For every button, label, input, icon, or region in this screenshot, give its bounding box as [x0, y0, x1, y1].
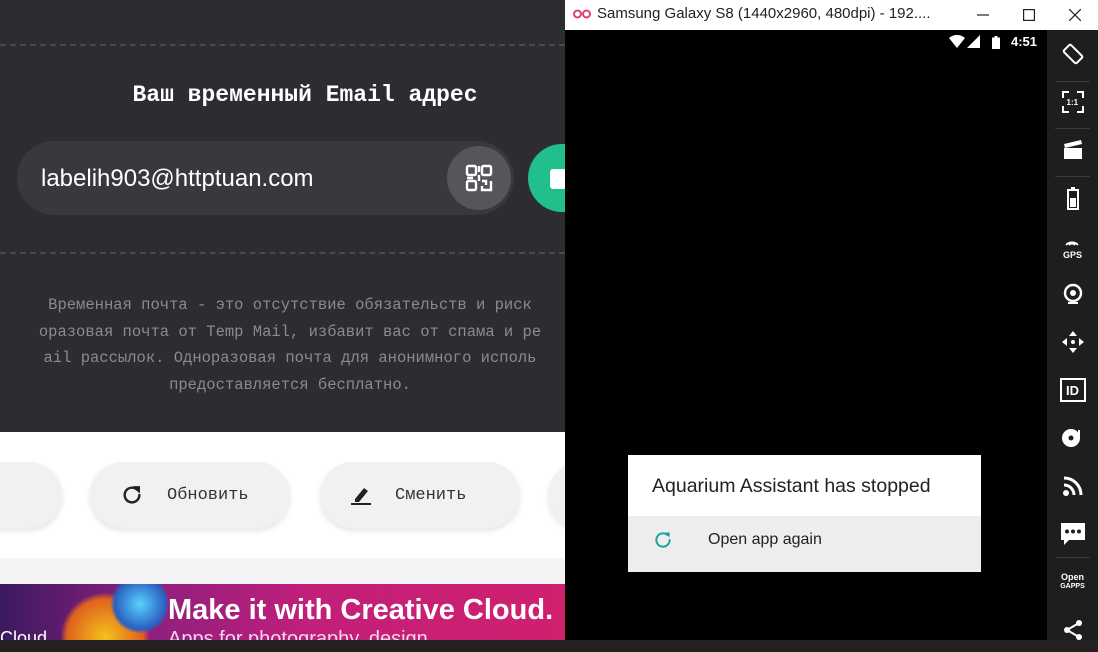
- identifiers-button[interactable]: ID: [1047, 368, 1098, 412]
- refresh-button[interactable]: Обновить: [90, 462, 290, 528]
- status-time: 4:51: [1010, 34, 1037, 49]
- disc-icon: [1061, 429, 1080, 447]
- app-crash-dialog: Aquarium Assistant has stopped Open app …: [628, 455, 981, 572]
- description-line: Временная почта - это отсутствие обязате…: [48, 296, 532, 314]
- temp-mail-webpage: Ваш временный Email адрес labelih903@htt…: [0, 0, 565, 640]
- email-address-field[interactable]: labelih903@httptuan.com: [17, 141, 514, 215]
- maximize-icon: [1023, 9, 1035, 21]
- battery-icon: [1066, 187, 1079, 210]
- ad-brand-text: Cloud: [0, 628, 48, 640]
- emulator-app-icon: [573, 9, 591, 19]
- email-address-text[interactable]: labelih903@httptuan.com: [41, 165, 314, 193]
- dpad-button[interactable]: [1047, 320, 1098, 364]
- page-background: [0, 558, 565, 584]
- camera-button[interactable]: [1047, 272, 1098, 316]
- refresh-icon: [123, 486, 141, 504]
- sms-button[interactable]: [1047, 512, 1098, 556]
- mail-actions-toolbar: Обновить Сменить: [0, 432, 565, 558]
- window-titlebar[interactable]: Samsung Galaxy S8 (1440x2960, 480dpi) - …: [565, 0, 1098, 31]
- creative-cloud-ad-banner[interactable]: Cloud Make it with Creative Cloud. Apps …: [0, 584, 565, 640]
- description-text: Временная почта - это отсутствие обязате…: [0, 292, 565, 398]
- ad-headline: Make it with Creative Cloud.: [168, 594, 554, 626]
- share-button[interactable]: [1047, 608, 1098, 652]
- change-label: Сменить: [395, 485, 467, 505]
- copy-icon: [550, 169, 565, 189]
- window-title: Samsung Galaxy S8 (1440x2960, 480dpi) - …: [597, 5, 931, 22]
- battery-button[interactable]: [1047, 176, 1098, 220]
- dashed-divider-bottom: [0, 252, 565, 254]
- battery-icon: [992, 36, 1000, 49]
- opengapps-sublabel: GAPPS: [1060, 583, 1085, 590]
- rotate-button[interactable]: [1047, 32, 1098, 76]
- crash-dialog-title: Aquarium Assistant has stopped: [652, 475, 931, 497]
- android-emulator-window: Samsung Galaxy S8 (1440x2960, 480dpi) - …: [565, 0, 1098, 640]
- gps-label: GPS: [1062, 249, 1082, 260]
- ad-subline: Apps for photography, design,: [168, 628, 434, 640]
- opengapps-button[interactable]: Open GAPPS: [1047, 560, 1098, 604]
- webcam-icon: [1063, 283, 1082, 304]
- id-icon: ID: [1059, 378, 1086, 402]
- copy-action-button[interactable]: [0, 462, 62, 528]
- description-line: оразовая почта от Temp Mail, избавит вас…: [38, 322, 542, 341]
- maximize-button[interactable]: [1006, 0, 1052, 30]
- cell-signal-icon: [967, 35, 980, 48]
- pixel-perfect-button[interactable]: 1:1: [1047, 80, 1098, 124]
- rotate-icon: [1062, 43, 1083, 65]
- wifi-icon: [949, 35, 965, 48]
- delete-action-button[interactable]: [548, 462, 565, 528]
- open-app-again-button[interactable]: Open app again: [628, 516, 981, 572]
- close-button[interactable]: [1052, 0, 1098, 30]
- open-app-again-label: Open app again: [708, 531, 822, 548]
- ratio-label: 1:1: [1066, 98, 1079, 107]
- description-line: предоставляется бесплатно.: [169, 375, 411, 394]
- device-screen[interactable]: 4:51 Aquarium Assistant has stopped Open…: [565, 30, 1047, 640]
- reload-icon: [655, 532, 671, 548]
- gps-button[interactable]: GPS: [1047, 224, 1098, 268]
- share-icon: [1063, 620, 1082, 640]
- qr-code-icon: [465, 164, 493, 192]
- message-icon: [1060, 523, 1085, 545]
- qr-code-button[interactable]: [447, 146, 511, 210]
- opengapps-icon: Open GAPPS: [1060, 573, 1085, 591]
- refresh-label: Обновить: [167, 485, 249, 505]
- dpad-icon: [1061, 331, 1084, 353]
- cast-button[interactable]: [1047, 464, 1098, 508]
- gps-icon: GPS: [1063, 233, 1082, 260]
- clapperboard-icon: [1063, 140, 1082, 159]
- close-icon: [1069, 9, 1081, 21]
- screen-record-button[interactable]: [1047, 128, 1098, 172]
- rss-icon: [1062, 476, 1082, 496]
- id-label: ID: [1066, 382, 1079, 398]
- media-button[interactable]: [1047, 416, 1098, 460]
- dashed-divider-top: [0, 44, 565, 46]
- page-title: Ваш временный Email адрес: [132, 82, 478, 108]
- minimize-button[interactable]: [960, 0, 1006, 30]
- status-bar: 4:51: [565, 30, 1047, 54]
- toolbar-divider: [1055, 557, 1090, 558]
- minimize-icon: [977, 14, 989, 16]
- description-line: ail рассылок. Одноразовая почта для анон…: [43, 349, 537, 367]
- resize-icon: 1:1: [1061, 90, 1085, 114]
- edit-icon: [351, 488, 371, 505]
- change-button[interactable]: Сменить: [320, 462, 520, 528]
- opengapps-label: Open: [1060, 572, 1084, 582]
- emulator-side-toolbar: 1:1 GPS ID Open GAPPS: [1047, 30, 1098, 640]
